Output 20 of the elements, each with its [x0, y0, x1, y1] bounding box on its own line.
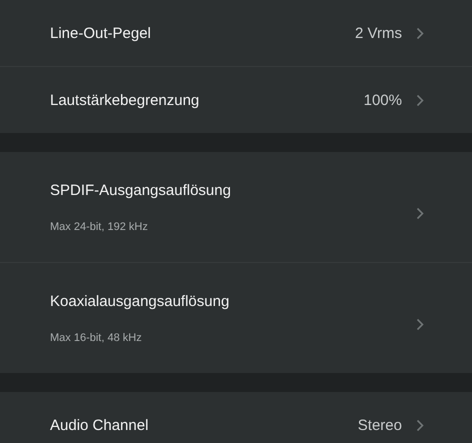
chevron-icon — [416, 26, 424, 40]
settings-row[interactable]: Lautstärkebegrenzung 100% — [0, 67, 472, 133]
setting-description: Max 24-bit, 192 kHz — [50, 220, 149, 232]
chevron-icon — [416, 206, 424, 220]
setting-value: 100% — [364, 92, 402, 108]
setting-label: Koaxialausgangsauflösung — [50, 292, 230, 310]
setting-label: SPDIF-Ausgangsauflösung — [50, 182, 232, 198]
settings-row[interactable]: Koaxialausgangsauflösung Max 16-bit, 48 kHz — [0, 263, 472, 373]
setting-value: 2 Vrms — [355, 24, 402, 42]
chevron-icon — [416, 418, 424, 432]
settings-row[interactable]: Audio Channel Stereo — [0, 392, 472, 443]
settings-row[interactable]: SPDIF-Ausgangsauflösung Max 24-bit, 192 kHz — [0, 152, 472, 263]
setting-label: Line-Out-Pegel — [50, 24, 152, 42]
chevron-icon — [416, 318, 424, 330]
settings-row[interactable]: Line-Out-Pegel 2 Vrms — [0, 0, 472, 67]
setting-label: Audio Channel — [50, 416, 150, 434]
setting-label: Lautstärkebegrenzung — [50, 92, 200, 108]
chevron-icon — [416, 94, 424, 106]
setting-description: Max 16-bit, 48 kHz — [50, 332, 143, 344]
setting-value: Stereo — [358, 416, 402, 434]
